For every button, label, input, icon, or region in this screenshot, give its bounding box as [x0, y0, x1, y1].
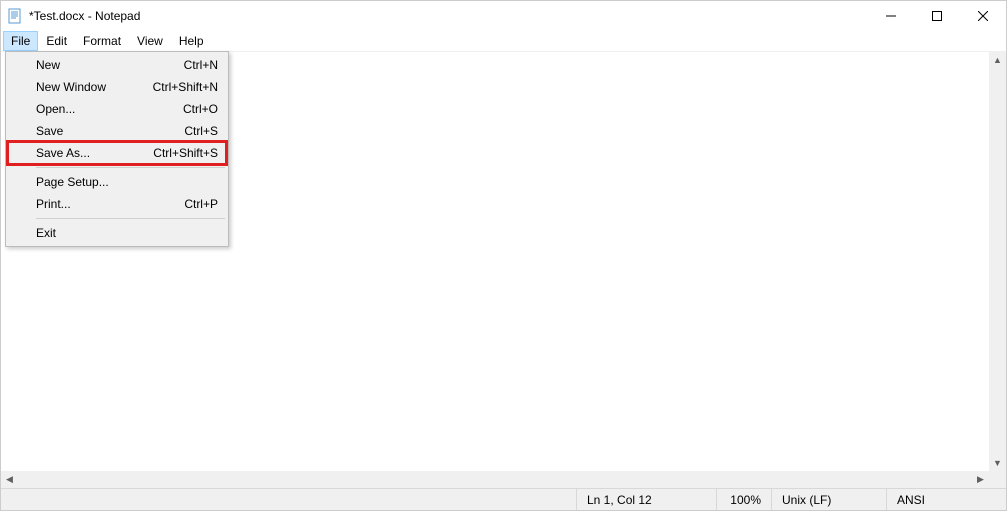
titlebar: *Test.docx - Notepad [1, 1, 1006, 31]
menu-item-label: New Window [36, 80, 153, 94]
menu-item-label: Save As... [36, 146, 153, 160]
menu-edit[interactable]: Edit [38, 31, 75, 51]
menu-item-save-as[interactable]: Save As...Ctrl+Shift+S [8, 142, 226, 164]
close-button[interactable] [960, 1, 1006, 31]
menu-item-print[interactable]: Print...Ctrl+P [8, 193, 226, 215]
menu-item-label: Exit [36, 226, 218, 240]
status-encoding: ANSI [886, 489, 1006, 510]
menubar: FileEditFormatViewHelp [1, 31, 1006, 51]
scroll-corner [989, 471, 1006, 488]
menu-item-label: Save [36, 124, 184, 138]
menu-file[interactable]: File [3, 31, 38, 51]
menu-item-save[interactable]: SaveCtrl+S [8, 120, 226, 142]
status-zoom: 100% [716, 489, 771, 510]
menu-item-page-setup[interactable]: Page Setup... [8, 171, 226, 193]
menu-item-shortcut: Ctrl+Shift+N [153, 80, 218, 94]
menu-help[interactable]: Help [171, 31, 212, 51]
menu-item-exit[interactable]: Exit [8, 222, 226, 244]
menu-item-label: Print... [36, 197, 184, 211]
menu-item-shortcut: Ctrl+Shift+S [153, 146, 218, 160]
scroll-left-icon[interactable]: ◀ [1, 471, 18, 488]
menu-separator [36, 167, 225, 168]
menu-item-label: New [36, 58, 184, 72]
status-position: Ln 1, Col 12 [576, 489, 716, 510]
statusbar: Ln 1, Col 12 100% Unix (LF) ANSI [1, 488, 1006, 510]
menu-item-shortcut: Ctrl+N [184, 58, 218, 72]
menu-item-label: Page Setup... [36, 175, 218, 189]
menu-format[interactable]: Format [75, 31, 129, 51]
menu-item-shortcut: Ctrl+O [183, 102, 218, 116]
maximize-button[interactable] [914, 1, 960, 31]
status-spacer [1, 489, 576, 510]
vertical-scrollbar[interactable]: ▲ ▼ [989, 51, 1006, 471]
scroll-down-icon[interactable]: ▼ [989, 454, 1006, 471]
scroll-up-icon[interactable]: ▲ [989, 51, 1006, 68]
menu-item-new[interactable]: NewCtrl+N [8, 54, 226, 76]
menu-item-new-window[interactable]: New WindowCtrl+Shift+N [8, 76, 226, 98]
menu-item-shortcut: Ctrl+P [184, 197, 218, 211]
menu-separator [36, 218, 225, 219]
horizontal-scrollbar[interactable]: ◀ ▶ [1, 471, 989, 488]
status-line-ending: Unix (LF) [771, 489, 886, 510]
menu-item-shortcut: Ctrl+S [184, 124, 218, 138]
menu-view[interactable]: View [129, 31, 171, 51]
file-menu-dropdown: NewCtrl+NNew WindowCtrl+Shift+NOpen...Ct… [5, 51, 229, 247]
minimize-button[interactable] [868, 1, 914, 31]
menu-item-open[interactable]: Open...Ctrl+O [8, 98, 226, 120]
scroll-right-icon[interactable]: ▶ [972, 471, 989, 488]
menu-item-label: Open... [36, 102, 183, 116]
app-icon [7, 8, 23, 24]
window-controls [868, 1, 1006, 31]
window-title: *Test.docx - Notepad [29, 9, 868, 23]
